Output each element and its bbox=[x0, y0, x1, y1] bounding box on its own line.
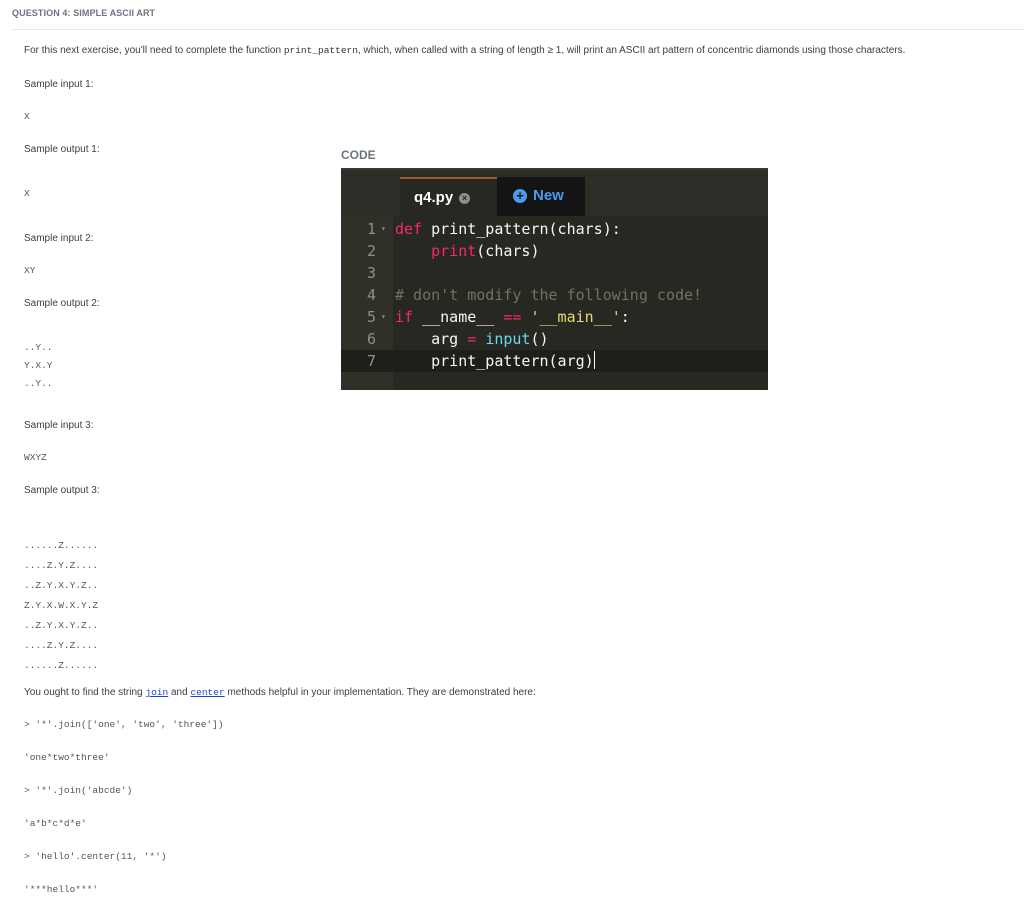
code-text: print(chars) bbox=[395, 240, 540, 262]
line-number: 6 bbox=[367, 330, 377, 348]
demo-line: 'a*b*c*d*e' bbox=[24, 818, 87, 829]
sample-output-2-label: Sample output 2: bbox=[24, 298, 100, 309]
sample-output-3-line: ......Z...... bbox=[24, 660, 99, 671]
join-link[interactable]: join bbox=[145, 687, 168, 698]
sample-input-2: XY bbox=[24, 265, 36, 276]
code-text: # don't modify the following code! bbox=[395, 284, 702, 306]
sample-output-3-line: ..Z.Y.X.Y.Z.. bbox=[24, 580, 99, 591]
question-title: QUESTION 4: SIMPLE ASCII ART bbox=[12, 8, 156, 18]
code-text: print_pattern(arg) bbox=[395, 350, 595, 372]
fold-arrow-icon[interactable]: ▾ bbox=[381, 306, 386, 328]
editor-tab-bar: q4.py × + New bbox=[341, 170, 768, 217]
code-panel-label: CODE bbox=[341, 148, 376, 162]
code-line[interactable]: 3 bbox=[341, 262, 768, 284]
code-text: def print_pattern(chars): bbox=[395, 218, 621, 240]
code-token: __name__ bbox=[413, 308, 504, 326]
code-token: = bbox=[467, 330, 477, 348]
intro-function-name: print_pattern bbox=[283, 45, 358, 56]
new-label: New bbox=[533, 187, 564, 204]
code-token: == bbox=[503, 308, 522, 326]
close-icon[interactable]: × bbox=[459, 193, 471, 204]
code-token: input bbox=[485, 330, 531, 348]
code-text: arg = input() bbox=[395, 328, 549, 350]
hint-mid: and bbox=[168, 687, 191, 698]
code-token: print_pattern(arg) bbox=[395, 352, 594, 370]
code-token: print_pattern(chars): bbox=[422, 220, 621, 238]
tab-q4-py[interactable]: q4.py × bbox=[400, 177, 497, 217]
code-token: if bbox=[395, 308, 414, 326]
title-divider bbox=[12, 29, 1024, 30]
intro-text: For this next exercise, you'll need to c… bbox=[24, 45, 905, 56]
sample-output-1-label: Sample output 1: bbox=[24, 144, 100, 155]
intro-pre: For this next exercise, you'll need to c… bbox=[24, 45, 284, 56]
demo-line: > '*'.join('abcde') bbox=[24, 785, 133, 796]
code-token: # don't modify the following code! bbox=[395, 286, 703, 304]
code-line[interactable]: 1 ▾ def print_pattern(chars): bbox=[341, 218, 768, 240]
code-token: '__main__' bbox=[530, 308, 621, 326]
code-text: if __name__ == '__main__': bbox=[395, 306, 630, 328]
code-line[interactable]: 6 arg = input() bbox=[341, 328, 768, 350]
line-number: 7 bbox=[367, 352, 377, 370]
code-line[interactable]: 7 print_pattern(arg) bbox=[341, 350, 768, 372]
demo-line: '***hello***' bbox=[24, 884, 99, 895]
code-token: (chars) bbox=[476, 242, 540, 260]
line-number: 3 bbox=[367, 264, 377, 282]
line-number: 2 bbox=[367, 242, 377, 260]
code-line[interactable]: 5 ▾ if __name__ == '__main__': bbox=[341, 306, 768, 328]
code-line[interactable]: 4 # don't modify the following code! bbox=[341, 284, 768, 306]
sample-output-3-line: ..Z.Y.X.Y.Z.. bbox=[24, 620, 99, 631]
sample-input-1-label: Sample input 1: bbox=[24, 79, 94, 90]
line-number: 4 bbox=[367, 286, 377, 304]
demo-line: > '*'.join(['one', 'two', 'three']) bbox=[24, 719, 224, 730]
code-token: : bbox=[620, 308, 630, 326]
code-editor[interactable]: q4.py × + New 1 ▾ def print_pattern(chars): 2… bbox=[341, 168, 768, 390]
code-area[interactable]: 1 ▾ def print_pattern(chars): 2 print(chars… bbox=[341, 216, 768, 390]
code-line[interactable]: 2 print(chars) bbox=[341, 240, 768, 262]
hint-pre: You ought to find the string bbox=[24, 687, 146, 698]
code-token: () bbox=[530, 330, 549, 348]
demo-line: 'one*two*three' bbox=[24, 752, 110, 763]
code-token: print bbox=[431, 242, 477, 260]
sample-input-3-label: Sample input 3: bbox=[24, 420, 94, 431]
sample-input-2-label: Sample input 2: bbox=[24, 233, 94, 244]
intro-post: , which, when called with a string of le… bbox=[357, 45, 906, 56]
sample-output-3-label: Sample output 3: bbox=[24, 485, 100, 496]
sample-output-3-line: Z.Y.X.W.X.Y.Z bbox=[24, 600, 99, 611]
sample-output-3-line: ....Z.Y.Z.... bbox=[24, 560, 99, 571]
sample-output-3-line: ......Z...... bbox=[24, 540, 99, 551]
code-token: arg bbox=[395, 330, 468, 348]
fold-arrow-icon[interactable]: ▾ bbox=[381, 218, 386, 240]
center-link[interactable]: center bbox=[190, 687, 224, 698]
sample-input-3: WXYZ bbox=[24, 452, 47, 463]
hint-text: You ought to find the string join and ce… bbox=[24, 687, 536, 698]
sample-input-1: X bbox=[24, 111, 30, 122]
plus-circle-icon: + bbox=[513, 189, 527, 203]
demo-line: > 'hello'.center(11, '*') bbox=[24, 851, 167, 862]
sample-output-2-line: ..Y.. bbox=[24, 342, 53, 353]
new-file-button[interactable]: + New bbox=[497, 177, 585, 216]
sample-output-2-line: ..Y.. bbox=[24, 378, 53, 389]
sample-output-2-line: Y.X.Y bbox=[24, 360, 53, 371]
code-token: def bbox=[395, 220, 423, 238]
sample-output-3-line: ....Z.Y.Z.... bbox=[24, 640, 99, 651]
text-cursor bbox=[593, 351, 595, 369]
sample-output-1-line: X bbox=[24, 188, 30, 199]
tab-label: q4.py bbox=[414, 189, 454, 206]
hint-post: methods helpful in your implementation. … bbox=[224, 687, 536, 698]
